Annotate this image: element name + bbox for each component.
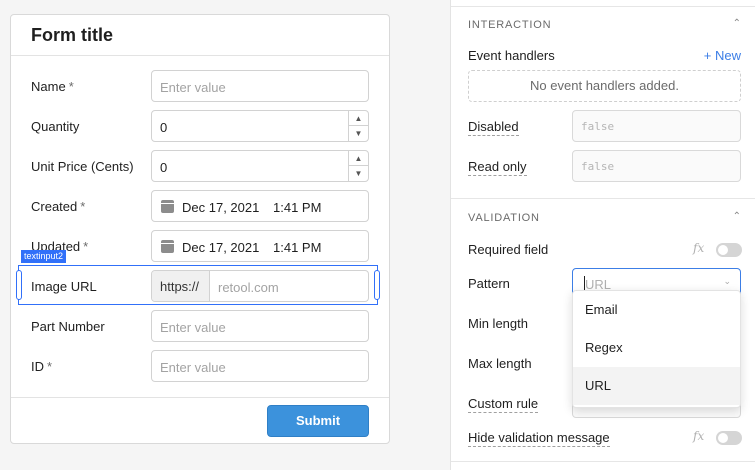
section-divider [451,6,755,7]
name-placeholder: Enter value [160,80,226,95]
menu-item-regex[interactable]: Regex [573,329,740,367]
interaction-section-title[interactable]: INTERACTION [468,19,551,31]
menu-item-email[interactable]: Email [573,291,740,329]
quantity-input[interactable]: 0 ▲ ▼ [151,110,369,142]
required-field-label: Required field [468,242,549,257]
field-id: ID * Enter value [11,350,389,382]
resize-handle-right[interactable] [374,270,380,300]
canvas: Form title Name * Enter value Quantity 0 … [0,0,410,470]
name-input[interactable]: Enter value [151,70,369,102]
read-only-label: Read only [468,159,527,176]
field-updated: Updated * Dec 17, 2021 1:41 PM [11,230,389,262]
event-handlers-label: Event handlers [468,48,555,63]
form-footer-divider [11,397,389,398]
part-number-input[interactable]: Enter value [151,310,369,342]
disabled-label: Disabled [468,119,519,136]
min-length-label: Min length [468,316,528,331]
field-name: Name * Enter value [11,70,389,102]
chevron-up-icon[interactable]: ⌃ [733,211,741,222]
new-event-handler-link[interactable]: + New [704,48,741,63]
hide-validation-label: Hide validation message [468,430,610,447]
component-selection-frame[interactable] [18,265,378,305]
created-date: Dec 17, 2021 [182,200,260,215]
id-input[interactable]: Enter value [151,350,369,382]
chevron-down-icon[interactable]: ⌄ [723,276,731,287]
quantity-stepper[interactable]: ▲ ▼ [348,111,368,141]
section-divider [451,198,755,199]
menu-item-url[interactable]: URL [573,367,740,405]
fx-icon[interactable]: fx [693,241,704,255]
event-handlers-empty: No event handlers added. [468,70,741,102]
id-label: ID * [31,359,53,374]
calendar-icon [161,240,174,253]
custom-rule-label: Custom rule [468,396,539,413]
validation-section-title[interactable]: VALIDATION [468,212,540,224]
field-quantity: Quantity 0 ▲ ▼ [11,110,389,142]
hide-validation-toggle[interactable] [716,431,742,445]
updated-datetime-input[interactable]: Dec 17, 2021 1:41 PM [151,230,369,262]
text-cursor [584,276,585,291]
section-divider [451,461,755,462]
part-number-placeholder: Enter value [160,320,226,335]
unit-price-input[interactable]: 0 ▲ ▼ [151,150,369,182]
chevron-down-icon[interactable]: ▼ [349,166,368,181]
chevron-up-icon[interactable]: ⌃ [733,18,741,29]
name-label: Name * [31,79,74,94]
submit-button[interactable]: Submit [267,405,369,437]
quantity-label: Quantity [31,119,80,134]
component-name-tag[interactable]: textinput2 [21,250,67,263]
chevron-up-icon[interactable]: ▲ [349,111,368,126]
fx-icon[interactable]: fx [693,429,704,443]
field-unit-price: Unit Price (Cents) 0 ▲ ▼ [11,150,389,182]
id-placeholder: Enter value [160,360,226,375]
chevron-up-icon[interactable]: ▲ [349,151,368,166]
inspector-panel: INTERACTION ⌃ Event handlers + New No ev… [450,0,755,470]
chevron-down-icon[interactable]: ▼ [349,126,368,141]
pattern-label: Pattern [468,276,510,291]
max-length-label: Max length [468,356,532,371]
unit-price-value: 0 [160,160,168,175]
created-datetime-input[interactable]: Dec 17, 2021 1:41 PM [151,190,369,222]
read-only-input[interactable]: false [572,150,741,182]
unit-price-stepper[interactable]: ▲ ▼ [348,151,368,181]
field-part-number: Part Number Enter value [11,310,389,342]
part-number-label: Part Number [31,319,105,334]
form-container: Form title Name * Enter value Quantity 0 … [10,14,390,444]
pattern-dropdown-menu: Email Regex URL [572,290,741,408]
unit-price-label: Unit Price (Cents) [31,159,134,174]
updated-date: Dec 17, 2021 [182,240,260,255]
created-time: 1:41 PM [273,200,322,215]
disabled-input[interactable]: false [572,110,741,142]
required-field-toggle[interactable] [716,243,742,257]
created-label: Created * [31,199,86,214]
field-created: Created * Dec 17, 2021 1:41 PM [11,190,389,222]
form-title: Form title [31,25,114,45]
quantity-value: 0 [160,120,168,135]
form-title-divider [11,55,389,56]
calendar-icon [161,200,174,213]
updated-time: 1:41 PM [273,240,322,255]
resize-handle-left[interactable] [16,270,22,300]
